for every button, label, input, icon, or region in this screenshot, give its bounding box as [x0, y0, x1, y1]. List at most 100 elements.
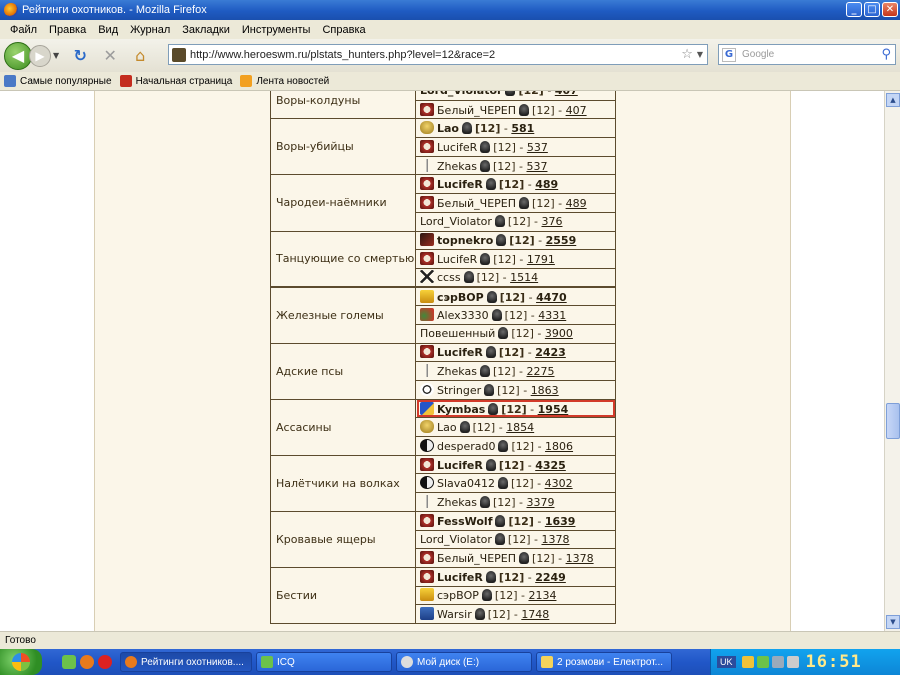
clan-emblem-icon[interactable] — [420, 233, 434, 247]
hunter-points-link[interactable]: 4302 — [545, 477, 573, 490]
tray-volume-icon[interactable] — [786, 656, 799, 668]
menu-tools[interactable]: Инструменты — [236, 24, 317, 36]
player-name[interactable]: Zhekas — [437, 496, 477, 509]
opera-icon[interactable] — [98, 655, 112, 669]
player-name[interactable]: FessWolf — [437, 515, 492, 528]
player-name[interactable]: Lord_Violator — [420, 215, 492, 228]
clan-emblem-icon[interactable] — [420, 569, 434, 583]
player-name[interactable]: Повешенный — [420, 327, 495, 340]
hunter-points-link[interactable]: 537 — [527, 141, 548, 154]
clan-emblem-icon[interactable] — [420, 494, 434, 508]
bookmark-start-page[interactable]: Начальная страница — [119, 75, 232, 87]
player-name[interactable]: desperad0 — [437, 440, 495, 453]
player-name[interactable]: topnekro — [437, 234, 493, 247]
hunter-points-link[interactable]: 2249 — [535, 571, 566, 584]
tray-icq-icon[interactable] — [756, 656, 769, 668]
bookmark-star-icon[interactable]: ☆ — [681, 47, 693, 62]
hunter-points-link[interactable]: 407 — [555, 91, 578, 97]
hunter-points-link[interactable]: 489 — [535, 178, 558, 191]
back-button[interactable]: ◀ — [4, 41, 32, 70]
tray-app-icon[interactable] — [741, 656, 754, 668]
hunter-points-link[interactable]: 1514 — [510, 271, 538, 284]
scroll-up-icon[interactable]: ▲ — [886, 93, 900, 107]
hunter-points-link[interactable]: 2275 — [527, 365, 555, 378]
tray-network-icon[interactable] — [771, 656, 784, 668]
player-name[interactable]: LucifeR — [437, 253, 477, 266]
hunter-points-link[interactable]: 1806 — [545, 440, 573, 453]
clan-emblem-icon[interactable] — [420, 308, 434, 322]
clan-emblem-icon[interactable] — [420, 121, 434, 135]
google-icon[interactable]: G — [722, 47, 736, 62]
player-name[interactable]: Zhekas — [437, 365, 477, 378]
icq-flower-icon[interactable] — [62, 655, 76, 669]
player-name[interactable]: Lord_Violator — [420, 533, 492, 546]
player-name[interactable]: Белый_ЧЕРЕП — [437, 197, 516, 210]
player-name[interactable]: Slava0412 — [437, 477, 495, 490]
hunter-points-link[interactable]: 4325 — [535, 459, 566, 472]
hunter-points-link[interactable]: 2559 — [546, 234, 577, 247]
hunter-points-link[interactable]: 1791 — [527, 253, 555, 266]
clan-emblem-icon[interactable] — [420, 551, 434, 565]
menu-history[interactable]: Журнал — [124, 24, 176, 36]
player-name[interactable]: Белый_ЧЕРЕП — [437, 104, 516, 117]
bookmark-news-feed[interactable]: Лента новостей — [240, 75, 329, 87]
close-button[interactable]: ✕ — [882, 2, 898, 17]
player-name[interactable]: ccss — [437, 271, 461, 284]
maximize-button[interactable]: □ — [864, 2, 880, 17]
address-bar[interactable]: http://www.heroeswm.ru/plstats_hunters.p… — [168, 44, 708, 65]
task-icq[interactable]: ICQ — [256, 652, 392, 672]
player-name[interactable]: Lord_Violator — [420, 91, 502, 97]
clan-emblem-icon[interactable] — [420, 177, 434, 191]
hunter-points-link[interactable]: 537 — [527, 160, 548, 173]
stop-icon[interactable]: ✕ — [99, 45, 121, 67]
hunter-points-link[interactable]: 2134 — [528, 589, 556, 602]
menu-edit[interactable]: Правка — [43, 24, 92, 36]
hunter-points-link[interactable]: 1378 — [541, 533, 569, 546]
hunter-points-link[interactable]: 2423 — [535, 346, 566, 359]
scroll-thumb[interactable] — [886, 403, 900, 439]
hunter-points-link[interactable]: 489 — [566, 197, 587, 210]
hunter-points-link[interactable]: 1863 — [531, 384, 559, 397]
hunter-points-link[interactable]: 1854 — [506, 421, 534, 434]
language-indicator[interactable]: UK — [717, 656, 736, 668]
scroll-down-icon[interactable]: ▼ — [886, 615, 900, 629]
start-button[interactable] — [0, 649, 42, 675]
player-name[interactable]: Kymbas — [437, 403, 485, 416]
menu-file[interactable]: Файл — [4, 24, 43, 36]
clan-emblem-icon[interactable] — [420, 158, 434, 172]
hunter-points-link[interactable]: 1748 — [521, 608, 549, 621]
hunter-points-link[interactable]: 1639 — [545, 515, 576, 528]
hunter-points-link[interactable]: 1954 — [538, 403, 569, 416]
player-name[interactable]: Zhekas — [437, 160, 477, 173]
bookmark-most-visited[interactable]: Самые популярные — [4, 75, 112, 87]
player-name[interactable]: сэрВОР — [437, 291, 484, 304]
clan-emblem-icon[interactable] — [420, 607, 434, 621]
clan-emblem-icon[interactable] — [420, 588, 434, 602]
minimize-button[interactable]: _ — [846, 2, 862, 17]
clan-emblem-icon[interactable] — [420, 289, 434, 303]
clan-emblem-icon[interactable] — [420, 438, 434, 452]
clan-emblem-icon[interactable] — [420, 364, 434, 378]
player-name[interactable]: Lao — [437, 421, 457, 434]
task-my-disk[interactable]: Мой диск (E:) — [396, 652, 532, 672]
history-dropdown-icon[interactable]: ▼ — [53, 51, 59, 60]
hunter-points-link[interactable]: 3379 — [527, 496, 555, 509]
task-email[interactable]: 2 розмови - Електрот... — [536, 652, 672, 672]
menu-view[interactable]: Вид — [92, 24, 124, 36]
task-firefox[interactable]: Рейтинги охотников.... — [120, 652, 252, 672]
hunter-points-link[interactable]: 1378 — [566, 552, 594, 565]
player-name[interactable]: сэрВОР — [437, 589, 479, 602]
clan-emblem-icon[interactable] — [420, 270, 434, 284]
clan-emblem-icon[interactable] — [420, 252, 434, 266]
clan-emblem-icon[interactable] — [420, 195, 434, 209]
hunter-points-link[interactable]: 376 — [541, 215, 562, 228]
hunter-points-link[interactable]: 407 — [566, 104, 587, 117]
player-name[interactable]: Lao — [437, 122, 459, 135]
player-name[interactable]: Белый_ЧЕРЕП — [437, 552, 516, 565]
hunter-points-link[interactable]: 581 — [511, 122, 534, 135]
url-text[interactable]: http://www.heroeswm.ru/plstats_hunters.p… — [190, 49, 681, 61]
clan-emblem-icon[interactable] — [420, 476, 434, 490]
forward-button[interactable]: ▶ — [29, 44, 51, 67]
menu-bookmarks[interactable]: Закладки — [176, 24, 236, 36]
clan-emblem-icon[interactable] — [420, 457, 434, 471]
